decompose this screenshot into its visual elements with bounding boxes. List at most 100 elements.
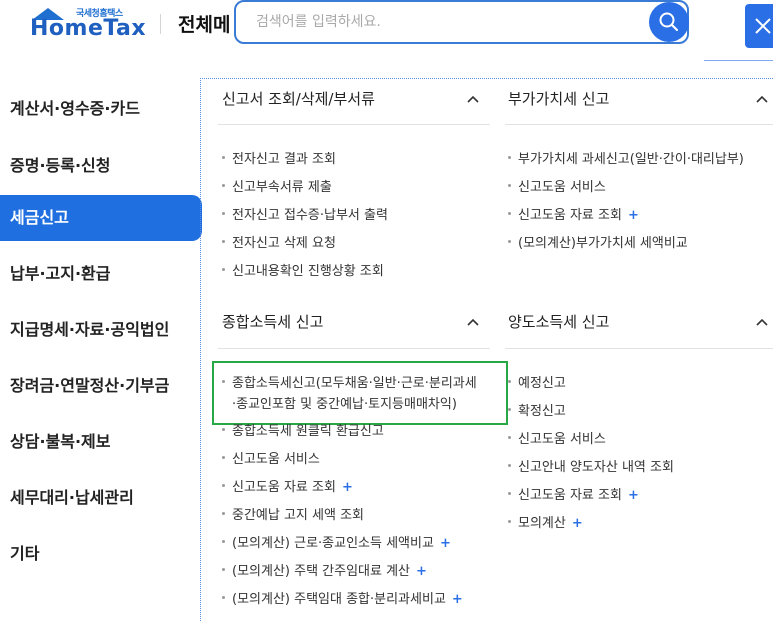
menu-link-label: 중간예납 고지 세액 조회 — [232, 508, 364, 523]
menu-link-label: (모의계산) 근로·종교인소득 세액비교 — [232, 536, 434, 551]
close-button[interactable] — [745, 4, 773, 48]
sidebar-item-incentives[interactable]: 장려금·연말정산·기부금 — [0, 363, 202, 409]
expand-plus-icon[interactable]: + — [452, 592, 463, 607]
menu-link-label: 부가가치세 과세신고(일반·간이·대리납부) — [518, 152, 744, 167]
menu-link-label: 전자신고 결과 조회 — [232, 152, 336, 167]
bullet-icon — [508, 212, 511, 215]
menu-link-label: (모의계산)부가가치세 세액비교 — [518, 236, 688, 251]
bullet-icon — [508, 492, 511, 495]
menu-link[interactable]: (모의계산) 근로·종교인소득 세액비교 + — [222, 532, 451, 551]
menu-link-label: 종합소득세 원클릭 환급신고 — [232, 424, 384, 439]
bullet-icon — [508, 520, 511, 523]
bullet-icon — [222, 156, 225, 159]
expand-plus-icon[interactable]: + — [572, 516, 583, 531]
bullet-icon — [222, 184, 225, 187]
sidebar-item-etc[interactable]: 기타 — [0, 531, 202, 577]
sidebar-item-tax-agent[interactable]: 세무대리·납세관리 — [0, 475, 202, 521]
close-icon — [755, 18, 771, 34]
menu-link[interactable]: 신고도움 자료 조회 + — [222, 476, 353, 495]
menu-link[interactable]: (모의계산)부가가치세 세액비교 — [508, 232, 688, 251]
menu-link[interactable]: 부가가치세 과세신고(일반·간이·대리납부) — [508, 148, 744, 167]
menu-link-label: 신고도움 서비스 — [518, 432, 606, 447]
section-divider — [218, 124, 490, 125]
bullet-icon — [222, 268, 225, 271]
menu-link[interactable]: 전자신고 결과 조회 — [222, 148, 336, 167]
bullet-icon — [508, 380, 511, 383]
expand-plus-icon[interactable]: + — [628, 488, 639, 503]
menu-link[interactable]: 종합소득세신고(모두채움·일반·근로·분리과세 — [222, 372, 477, 391]
panel-border-top — [200, 78, 773, 79]
menu-link-label: 전자신고 접수증·납부서 출력 — [232, 208, 388, 223]
menu-link-label: 확정신고 — [518, 404, 566, 419]
search-box — [234, 0, 689, 44]
menu-link[interactable]: 신고도움 서비스 — [222, 448, 320, 467]
sidebar-item-payment[interactable]: 납부·고지·환급 — [0, 251, 202, 297]
bullet-icon — [222, 484, 225, 487]
chevron-up-icon[interactable] — [755, 92, 769, 106]
chevron-up-icon[interactable] — [466, 92, 480, 106]
sidebar-item-payment-statements[interactable]: 지급명세·자료·공익법인 — [0, 307, 202, 353]
menu-link[interactable]: 신고안내 양도자산 내역 조회 — [508, 456, 674, 475]
bullet-icon — [222, 596, 225, 599]
menu-link-label: 종합소득세신고(모두채움·일반·근로·분리과세 — [232, 376, 477, 391]
menu-link[interactable]: 신고도움 자료 조회 + — [508, 484, 639, 503]
section-title-report-lookup[interactable]: 신고서 조회/삭제/부서류 — [222, 88, 375, 109]
section-title-capital-gains[interactable]: 양도소득세 신고 — [508, 311, 609, 332]
menu-link[interactable]: (모의계산) 주택 간주임대료 계산 + — [222, 560, 427, 579]
menu-link-label: 신고도움 자료 조회 — [232, 480, 336, 495]
chevron-up-icon[interactable] — [466, 315, 480, 329]
menu-link-label: 신고도움 서비스 — [232, 452, 320, 467]
menu-link-label: 모의계산 — [518, 516, 566, 531]
menu-link[interactable]: 중간예납 고지 세액 조회 — [222, 504, 364, 523]
expand-plus-icon[interactable]: + — [416, 564, 427, 579]
chevron-up-icon[interactable] — [755, 315, 769, 329]
menu-link[interactable]: (모의계산) 주택임대 종합·분리과세비교 + — [222, 588, 463, 607]
menu-link-label: 신고안내 양도자산 내역 조회 — [518, 460, 674, 475]
bullet-icon — [222, 240, 225, 243]
logo-title: HomeTax — [30, 16, 147, 41]
search-input[interactable] — [256, 10, 636, 34]
bullet-icon — [222, 456, 225, 459]
expand-plus-icon[interactable]: + — [628, 208, 639, 223]
bullet-icon — [508, 184, 511, 187]
menu-link-label: 신고도움 자료 조회 — [518, 488, 622, 503]
section-title-income-tax[interactable]: 종합소득세 신고 — [222, 311, 323, 332]
menu-link[interactable]: 전자신고 삭제 요청 — [222, 232, 336, 251]
section-divider — [218, 348, 490, 349]
sidebar-item-statements[interactable]: 계산서·영수증·카드 — [0, 86, 202, 132]
bullet-icon — [222, 512, 225, 515]
bullet-icon — [222, 568, 225, 571]
section-divider — [505, 348, 773, 349]
expand-plus-icon[interactable]: + — [440, 536, 451, 551]
menu-link[interactable]: 예정신고 — [508, 372, 566, 391]
menu-link[interactable]: 신고도움 자료 조회 + — [508, 204, 639, 223]
sidebar-item-consultation[interactable]: 상담·불복·제보 — [0, 419, 202, 465]
sidebar-item-certificates[interactable]: 증명·등록·신청 — [0, 143, 202, 189]
panel-border-left — [200, 80, 201, 621]
header: 국세청홈택스 HomeTax 전체메 — [0, 0, 773, 61]
bullet-icon — [508, 436, 511, 439]
menu-link[interactable]: 신고도움 서비스 — [508, 176, 606, 195]
menu-link-label: (모의계산) 주택 간주임대료 계산 — [232, 564, 411, 579]
search-button[interactable] — [649, 2, 689, 42]
menu-link-continued[interactable]: ·종교인포함 및 중간예납·토지등매매차익) — [232, 393, 457, 412]
hometax-logo[interactable]: 국세청홈택스 HomeTax — [24, 6, 147, 46]
menu-link[interactable]: 신고도움 서비스 — [508, 428, 606, 447]
menu-link-label: 신고내용확인 진행상황 조회 — [232, 264, 384, 279]
sidebar-item-tax-filing[interactable]: 세금신고 — [0, 195, 202, 241]
menu-link[interactable]: 전자신고 접수증·납부서 출력 — [222, 204, 388, 223]
header-divider — [160, 14, 161, 34]
expand-plus-icon[interactable]: + — [342, 480, 353, 495]
bullet-icon — [222, 540, 225, 543]
menu-link[interactable]: 확정신고 — [508, 400, 566, 419]
menu-link-label: 예정신고 — [518, 376, 566, 391]
search-icon — [659, 12, 679, 32]
menu-link[interactable]: 신고부속서류 제출 — [222, 176, 332, 195]
menu-link-label: ·종교인포함 및 중간예납·토지등매매차익) — [232, 397, 457, 412]
bullet-icon — [222, 380, 225, 383]
section-title-vat[interactable]: 부가가치세 신고 — [508, 88, 609, 109]
menu-link[interactable]: 신고내용확인 진행상황 조회 — [222, 260, 384, 279]
menu-link[interactable]: 종합소득세 원클릭 환급신고 — [222, 420, 384, 439]
menu-link[interactable]: 모의계산 + — [508, 512, 583, 531]
section-divider — [505, 124, 773, 125]
